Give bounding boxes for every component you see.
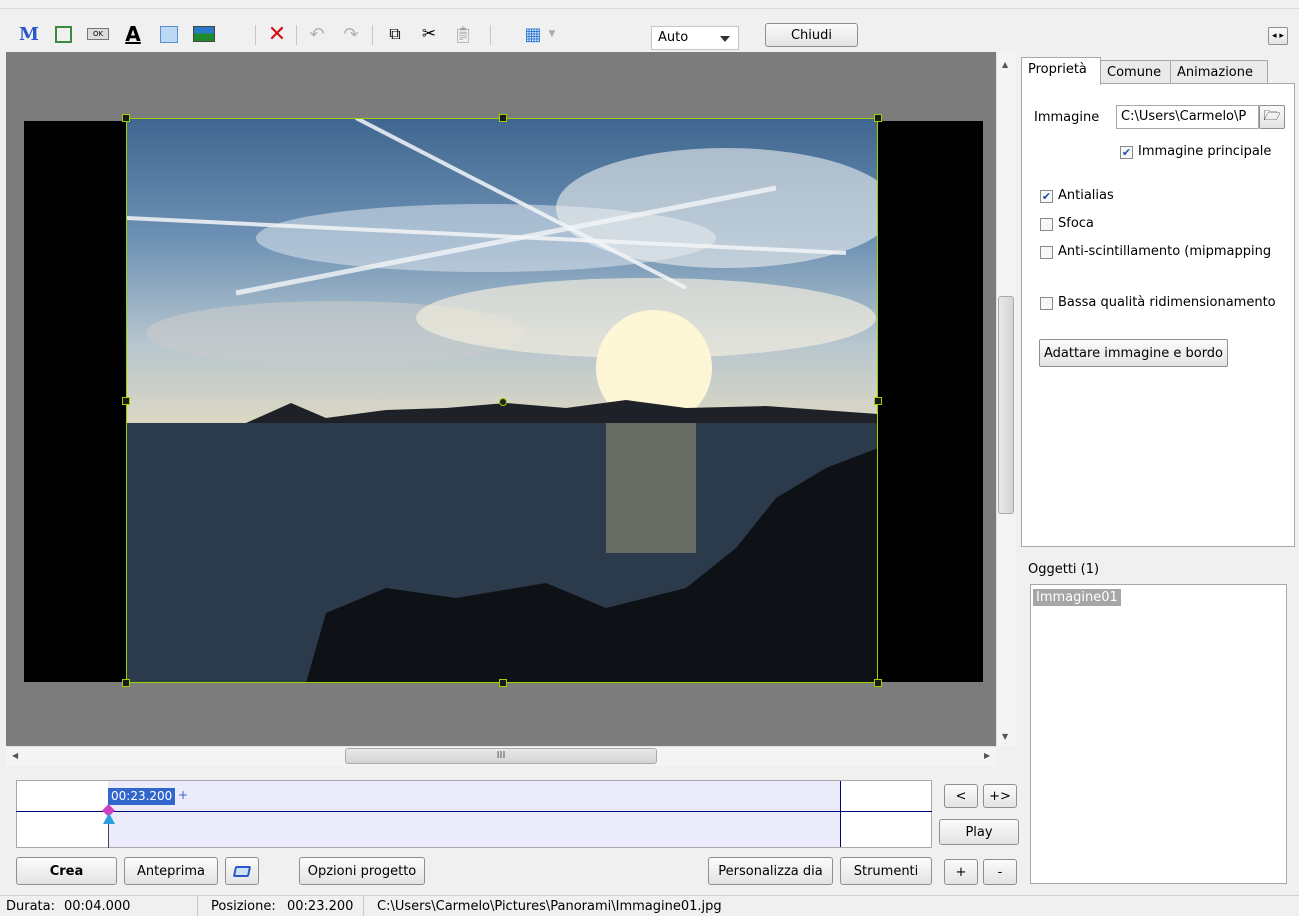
- main-image-label: Immagine principale: [1138, 144, 1272, 159]
- resize-handle-nw[interactable]: [122, 114, 130, 122]
- status-bar: Durata: 00:04.000 Posizione: 00:23.200 C…: [0, 895, 1299, 916]
- sfoca-checkbox[interactable]: [1040, 218, 1053, 231]
- scroll-down-icon[interactable]: ▼: [1002, 732, 1008, 741]
- main-image-checkbox[interactable]: ✔: [1120, 146, 1133, 159]
- zoom-select[interactable]: Auto: [651, 26, 739, 50]
- status-separator: [197, 896, 198, 916]
- tab-proprieta[interactable]: Proprietà: [1021, 57, 1101, 85]
- text-a-icon[interactable]: A: [122, 22, 144, 46]
- timeline-slide-range: [108, 781, 841, 847]
- crea-button[interactable]: Crea: [16, 857, 117, 885]
- frame-icon[interactable]: [52, 23, 74, 45]
- checkmark-icon: ✔: [1041, 190, 1052, 203]
- image-icon[interactable]: [192, 23, 216, 45]
- preview-window-button[interactable]: [225, 857, 259, 885]
- horizontal-scroll-thumb[interactable]: III: [345, 748, 657, 764]
- close-button[interactable]: Chiudi: [765, 23, 858, 47]
- text-m-icon[interactable]: M: [18, 23, 40, 45]
- antialias-checkbox[interactable]: ✔: [1040, 190, 1053, 203]
- sfoca-label: Sfoca: [1058, 216, 1094, 231]
- prev-button[interactable]: <: [944, 784, 978, 808]
- scroll-right-icon[interactable]: ▶: [984, 751, 990, 760]
- resize-handle-ne[interactable]: [874, 114, 882, 122]
- low-quality-label: Bassa qualità ridimensionamento: [1058, 295, 1276, 310]
- personalizza-dia-button[interactable]: Personalizza dia: [708, 857, 833, 885]
- playhead-icon[interactable]: [103, 813, 115, 824]
- center-handle[interactable]: [499, 398, 507, 406]
- panel-nav-arrows[interactable]: ◂ ▸: [1268, 27, 1288, 45]
- mipmap-label: Anti-scintillamento (mipmapping: [1058, 244, 1272, 259]
- timeline-time-label: 00:23.200: [108, 788, 176, 805]
- remove-button[interactable]: -: [983, 859, 1017, 885]
- image-path-input[interactable]: C:\Users\Carmelo\P: [1116, 105, 1259, 129]
- resize-handle-w[interactable]: [122, 397, 130, 405]
- resize-handle-e[interactable]: [874, 397, 882, 405]
- grid-icon[interactable]: ▦: [522, 23, 544, 45]
- play-button[interactable]: Play: [939, 819, 1019, 845]
- durata-value: 00:04.000: [64, 899, 131, 914]
- vertical-scroll-thumb[interactable]: [998, 296, 1014, 514]
- status-separator: [363, 896, 364, 916]
- resize-handle-se[interactable]: [874, 679, 882, 687]
- paste-icon[interactable]: 📋︎: [452, 23, 474, 45]
- chevron-down-icon: [720, 36, 730, 42]
- antialias-label: Antialias: [1058, 188, 1114, 203]
- cut-icon[interactable]: ✂: [418, 23, 440, 45]
- next-button[interactable]: +>: [983, 784, 1017, 808]
- scroll-up-icon[interactable]: ▲: [1002, 60, 1008, 69]
- timeline-plus-marker: +: [178, 788, 189, 802]
- add-button[interactable]: +: [944, 859, 978, 885]
- scroll-left-icon[interactable]: ◀: [12, 751, 18, 760]
- resize-handle-n[interactable]: [499, 114, 507, 122]
- toolbar-separator: [372, 25, 373, 45]
- toolbar-separator: [296, 25, 297, 45]
- toolbar-separator: [490, 25, 491, 45]
- resize-handle-s[interactable]: [499, 679, 507, 687]
- file-path: C:\Users\Carmelo\Pictures\Panorami\Immag…: [377, 899, 722, 914]
- undo-icon[interactable]: ↶: [306, 23, 328, 45]
- grid-dropdown-icon[interactable]: ▼: [546, 23, 558, 45]
- redo-icon[interactable]: ↷: [340, 23, 362, 45]
- ok-button-icon[interactable]: OK: [86, 23, 110, 45]
- durata-label: Durata:: [6, 899, 56, 914]
- checkmark-icon: ✔: [1121, 146, 1132, 159]
- objects-list[interactable]: Immagine01: [1030, 584, 1287, 884]
- toolbar: M OK A ✕ ↶ ↷ ⧉ ✂ 📋︎ ▦ ▼ Auto Chiudi ◂ ▸: [0, 8, 1299, 50]
- copy-icon[interactable]: ⧉: [384, 23, 406, 45]
- resize-handle-sw[interactable]: [122, 679, 130, 687]
- fit-image-button[interactable]: Adattare immagine e bordo: [1039, 339, 1228, 367]
- zoom-value: Auto: [658, 30, 689, 45]
- folder-open-icon: 🗁: [1263, 108, 1281, 124]
- low-quality-checkbox[interactable]: [1040, 297, 1053, 310]
- anteprima-button[interactable]: Anteprima: [124, 857, 218, 885]
- browse-folder-button[interactable]: 🗁: [1259, 105, 1285, 129]
- window-icon: [232, 865, 252, 877]
- posizione-label: Posizione:: [211, 899, 276, 914]
- toolbar-separator: [255, 25, 256, 45]
- rectangle-icon[interactable]: [158, 23, 180, 45]
- posizione-value: 00:23.200: [287, 899, 354, 914]
- list-item[interactable]: Immagine01: [1033, 589, 1121, 606]
- objects-title: Oggetti (1): [1028, 562, 1100, 577]
- delete-icon[interactable]: ✕: [266, 22, 288, 47]
- mipmap-checkbox[interactable]: [1040, 246, 1053, 259]
- image-label: Immagine: [1034, 110, 1100, 125]
- opzioni-progetto-button[interactable]: Opzioni progetto: [299, 857, 425, 885]
- strumenti-button[interactable]: Strumenti: [840, 857, 932, 885]
- timeline-track-line: [16, 811, 932, 812]
- timeline-end-marker: [840, 781, 841, 847]
